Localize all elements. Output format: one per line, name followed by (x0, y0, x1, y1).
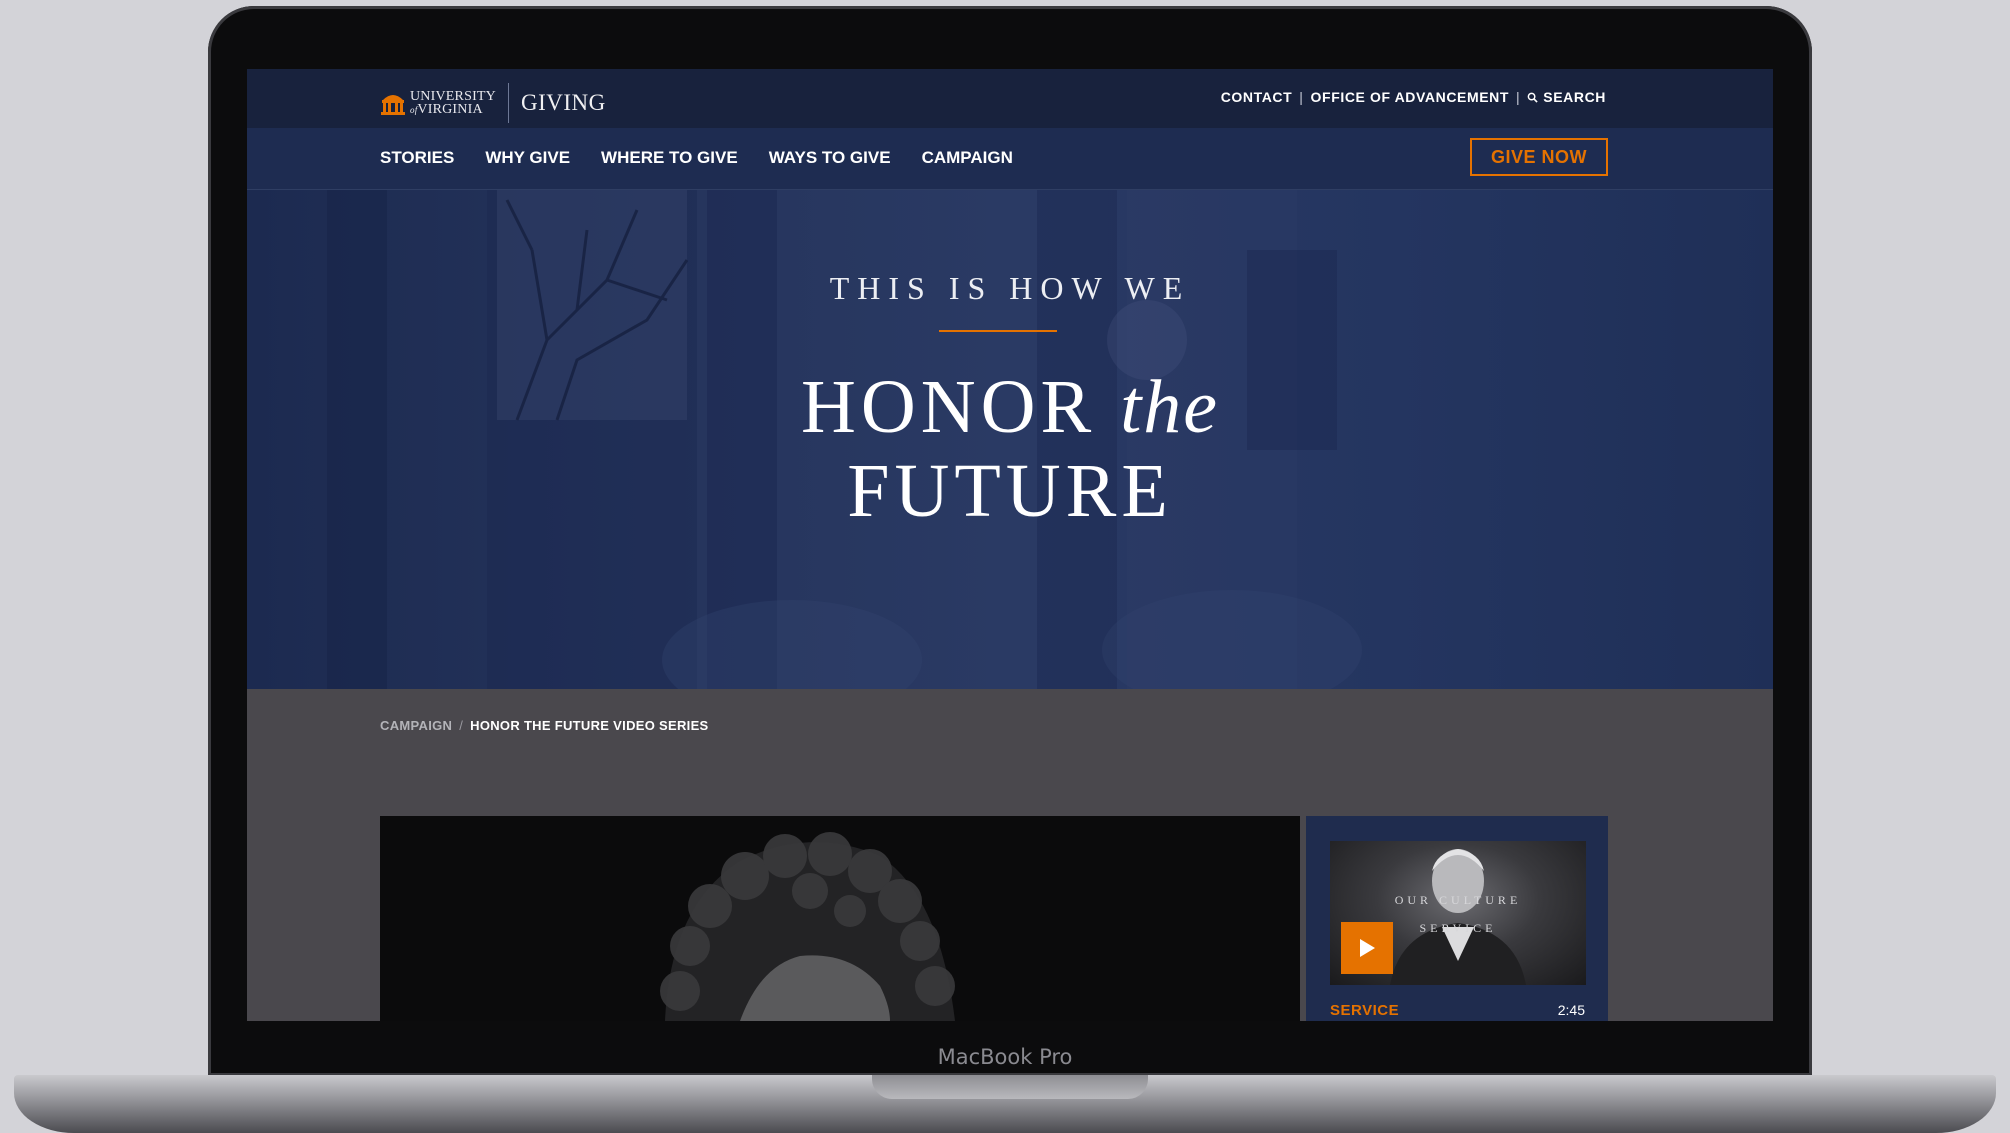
nav-item-ways-to-give[interactable]: WAYS TO GIVE (769, 148, 891, 168)
nav-item-stories[interactable]: STORIES (380, 148, 454, 168)
hero-title-the: the (1120, 365, 1220, 449)
browser-viewport: UNIVERSITY ofVIRGINIA GIVING CONTACT | O… (247, 69, 1773, 1021)
hero-divider (939, 330, 1057, 332)
search-link[interactable]: SEARCH (1543, 89, 1606, 105)
breadcrumb-campaign-link[interactable]: CAMPAIGN (380, 718, 452, 733)
nav-item-why-give[interactable]: WHY GIVE (485, 148, 570, 168)
hero-title: HONOR the FUTURE (247, 365, 1773, 533)
rotunda-logo-icon (381, 95, 405, 115)
utility-separator: | (1516, 89, 1521, 105)
breadcrumb: CAMPAIGN / HONOR THE FUTURE VIDEO SERIES (380, 718, 709, 733)
laptop-hinge-notch (872, 1075, 1148, 1099)
featured-video-player[interactable] (380, 816, 1300, 1021)
thumbnail-title-line1: OUR CULTURE (1394, 893, 1522, 907)
breadcrumb-separator: / (459, 718, 464, 733)
site-name: GIVING (521, 90, 606, 115)
video-card-service[interactable]: OUR CULTURE SERVICE SERVICE 2:45 (1306, 816, 1608, 1021)
hero-title-honor: HONOR (800, 365, 1097, 449)
video-thumbnail[interactable]: OUR CULTURE SERVICE (1330, 841, 1586, 985)
contact-link[interactable]: CONTACT (1221, 89, 1293, 105)
uva-giving-logo[interactable]: UNIVERSITY ofVIRGINIA GIVING (380, 83, 606, 123)
video-duration: 2:45 (1557, 1002, 1585, 1018)
search-icon[interactable] (1527, 92, 1538, 103)
main-nav-items: STORIES WHY GIVE WHERE TO GIVE WAYS TO G… (380, 148, 1044, 168)
hero-banner: THIS IS HOW WE HONOR the FUTURE (247, 190, 1773, 689)
nav-item-where-to-give[interactable]: WHERE TO GIVE (601, 148, 738, 168)
main-nav: STORIES WHY GIVE WHERE TO GIVE WAYS TO G… (247, 128, 1773, 190)
video-category: SERVICE (1330, 1002, 1400, 1019)
nav-item-campaign[interactable]: CAMPAIGN (922, 148, 1013, 168)
give-now-button[interactable]: GIVE NOW (1470, 138, 1608, 176)
site-topbar: UNIVERSITY ofVIRGINIA GIVING CONTACT | O… (247, 69, 1773, 128)
video-series-section: CAMPAIGN / HONOR THE FUTURE VIDEO SERIES (247, 689, 1773, 1021)
uva-wordmark-virginia: VIRGINIA (417, 101, 483, 117)
uva-wordmark-line2: ofVIRGINIA (410, 101, 496, 117)
utility-separator: | (1299, 89, 1304, 105)
featured-video-still (660, 832, 955, 1021)
device-label: MacBook Pro (937, 1045, 1073, 1069)
hero-kicker: THIS IS HOW WE (829, 270, 1191, 306)
logo-divider (508, 83, 509, 123)
breadcrumb-current: HONOR THE FUTURE VIDEO SERIES (470, 718, 709, 733)
utility-nav: CONTACT | OFFICE OF ADVANCEMENT | SEARCH (1221, 89, 1606, 105)
play-icon (1360, 939, 1375, 957)
office-of-advancement-link[interactable]: OFFICE OF ADVANCEMENT (1311, 89, 1509, 105)
hero-title-future: FUTURE (847, 449, 1173, 533)
play-button[interactable] (1341, 922, 1393, 974)
uva-wordmark: UNIVERSITY ofVIRGINIA (410, 89, 496, 117)
